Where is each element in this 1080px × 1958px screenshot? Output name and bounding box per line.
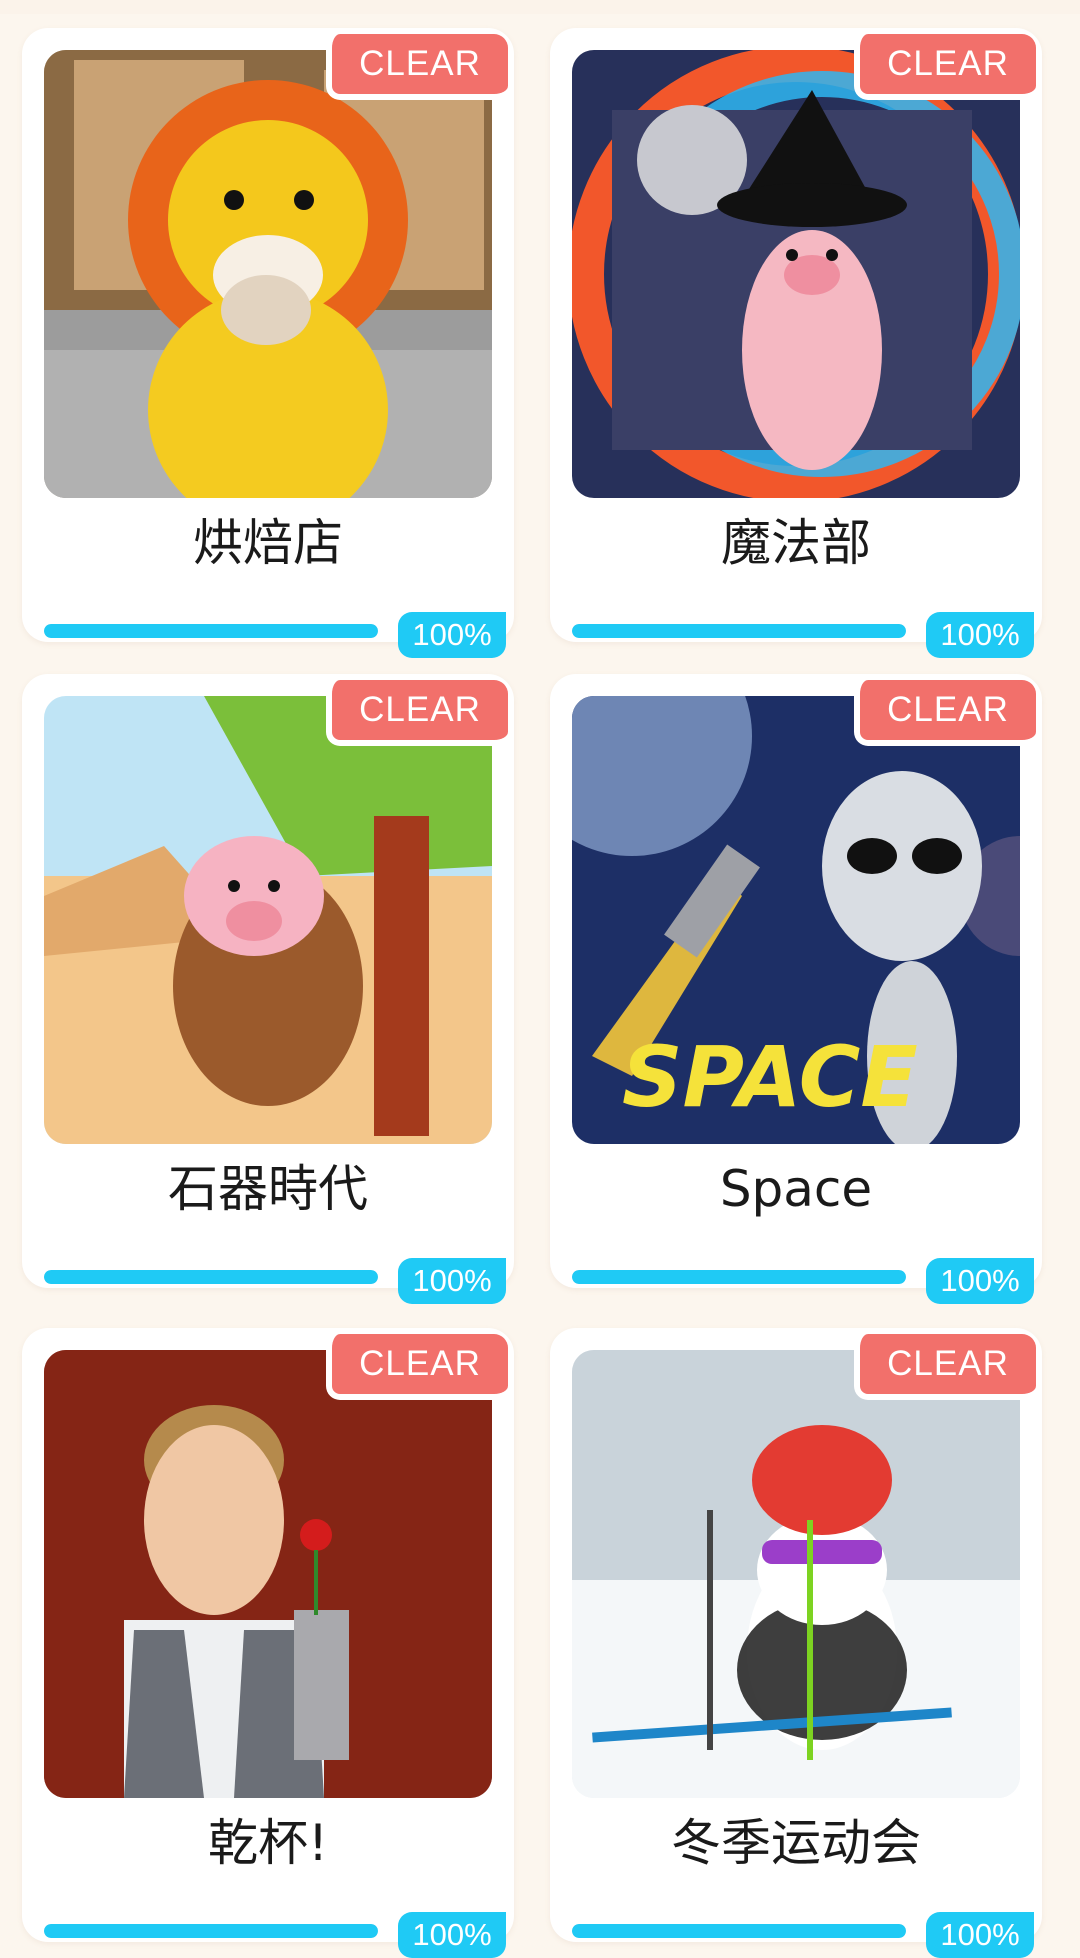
progress-percent-badge: 100% [398, 1258, 506, 1304]
stage-thumbnail [44, 1350, 492, 1798]
progress-bar [572, 1270, 906, 1284]
clear-badge: CLEAR [854, 34, 1036, 100]
progress-bar-fill [44, 1270, 378, 1284]
stage-card-bakery[interactable]: CLEAR 烘焙店 100% [22, 28, 514, 658]
stage-title: 冬季运动会 [671, 1814, 921, 1872]
progress-bar [572, 1924, 906, 1938]
stage-thumbnail [44, 50, 492, 498]
stage-card-winter-games[interactable]: CLEAR 冬季运动会 100% [550, 1328, 1042, 1958]
progress-bar-fill [572, 1270, 906, 1284]
stage-card-magic[interactable]: CLEAR 魔法部 100% [550, 28, 1042, 658]
stage-card-stone-age[interactable]: CLEAR 石器時代 100% [22, 674, 514, 1304]
progress-percent-badge: 100% [398, 1912, 506, 1958]
progress-bar-fill [572, 1924, 906, 1938]
stage-thumbnail: SPACE [572, 696, 1020, 1144]
stage-title: Space [719, 1160, 873, 1218]
clear-badge: CLEAR [854, 1334, 1036, 1400]
progress-bar [572, 624, 906, 638]
stage-thumbnail [44, 696, 492, 1144]
space-art-text: SPACE [622, 1028, 918, 1126]
progress-percent-badge: 100% [398, 612, 506, 658]
progress-percent-badge: 100% [926, 1912, 1034, 1958]
stage-grid: CLEAR 烘焙店 100% CLEAR 魔法部 100% CLEAR 石器時代… [0, 0, 1080, 1958]
progress-percent-badge: 100% [926, 612, 1034, 658]
clear-badge: CLEAR [326, 680, 508, 746]
progress-bar [44, 1270, 378, 1284]
stage-title: 石器時代 [168, 1160, 368, 1218]
progress-percent-badge: 100% [926, 1258, 1034, 1304]
stage-thumbnail [572, 1350, 1020, 1798]
stage-title: 魔法部 [721, 514, 871, 572]
stage-title: 乾杯! [207, 1814, 329, 1872]
stage-card-space[interactable]: SPACE CLEAR Space 100% [550, 674, 1042, 1304]
progress-bar-fill [572, 624, 906, 638]
stage-title: 烘焙店 [193, 514, 343, 572]
stage-thumbnail [572, 50, 1020, 498]
stage-card-cheers[interactable]: CLEAR 乾杯! 100% [22, 1328, 514, 1958]
progress-bar [44, 1924, 378, 1938]
clear-badge: CLEAR [326, 34, 508, 100]
progress-bar [44, 624, 378, 638]
clear-badge: CLEAR [326, 1334, 508, 1400]
clear-badge: CLEAR [854, 680, 1036, 746]
progress-bar-fill [44, 624, 378, 638]
progress-bar-fill [44, 1924, 378, 1938]
